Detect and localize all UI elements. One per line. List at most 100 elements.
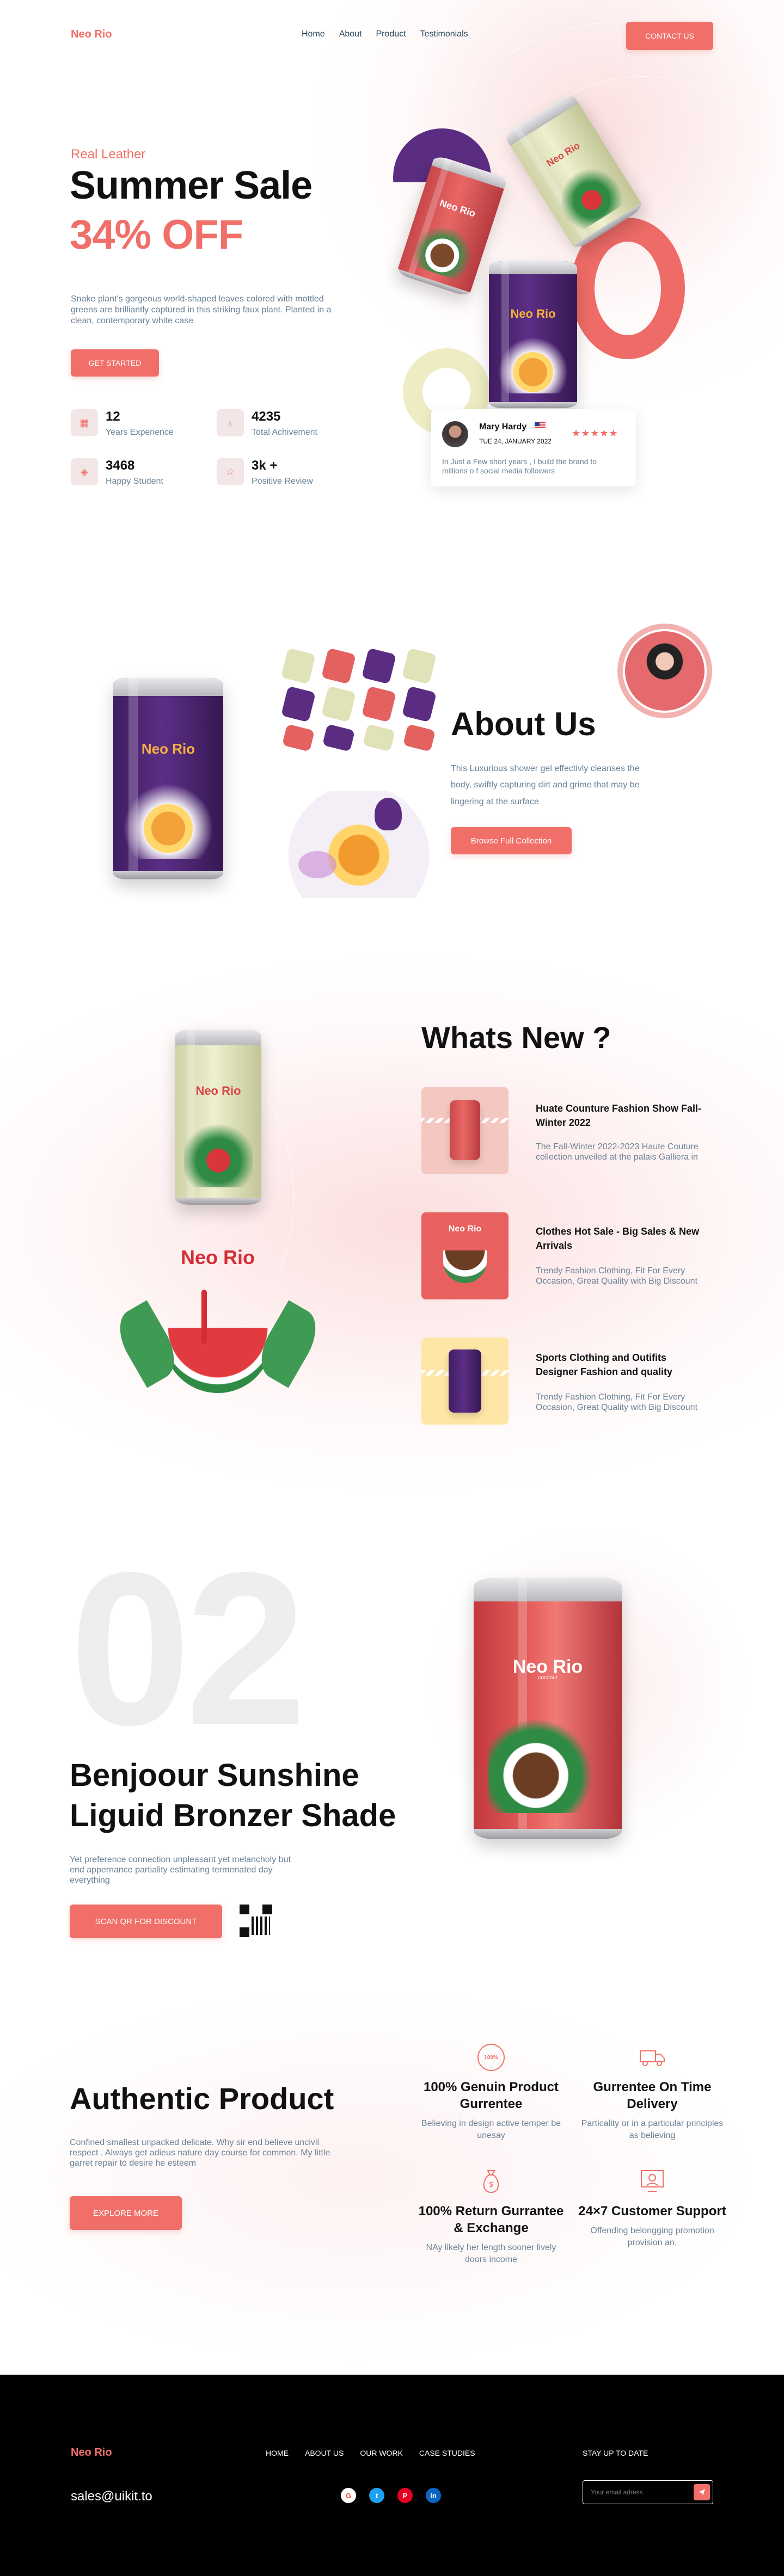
flag-icon — [535, 422, 546, 429]
footer-nav: HOME ABOUT US OUR WORK CASE STUDIES — [266, 2449, 475, 2457]
stat-number: 4235 — [252, 409, 281, 424]
feature-desc: Offending belongging promotion provision… — [590, 2226, 714, 2247]
newsletter-email-input[interactable] — [583, 2481, 687, 2504]
news-title-1[interactable]: Huate Counture Fashion Show Fall-Winter … — [536, 1101, 710, 1130]
feature-genuine: 100% 100% Genuin Product Gurrentee Belie… — [415, 2044, 567, 2142]
news-thumb-1[interactable] — [421, 1087, 509, 1174]
footer-logo[interactable]: Neo Rio — [71, 2446, 112, 2459]
stat-reviews: ☆ 3k + Positive Review — [217, 458, 313, 486]
feature-title: Gurrentee On Time Delivery — [593, 2080, 712, 2112]
product-title-line2: Liguid Bronzer Shade — [70, 1798, 396, 1834]
stat-number: 3k + — [252, 458, 278, 473]
footer-link-work[interactable]: OUR WORK — [360, 2449, 403, 2457]
feature-title: 100% Genuin Product Gurrentee — [423, 2080, 559, 2112]
main-nav: Home About Product Testimonials — [302, 29, 468, 39]
feature-desc: NAy likely her length sooner lively door… — [426, 2243, 556, 2264]
hero-description: Snake plant's gorgeous world-shaped leav… — [71, 294, 332, 325]
nav-logo[interactable]: Neo Rio — [71, 28, 112, 41]
feature-return: $ 100% Return Gurrantee & Exchange NAy l… — [415, 2168, 567, 2266]
stat-number: 12 — [106, 409, 120, 424]
google-icon[interactable]: G — [341, 2488, 356, 2503]
get-started-button[interactable]: GET STARTED — [71, 349, 159, 377]
browse-collection-button[interactable]: Browse Full Collection — [451, 827, 572, 854]
footer-link-case-studies[interactable]: CASE STUDIES — [419, 2449, 475, 2457]
newsletter-title: STAY UP TO DATE — [583, 2449, 648, 2457]
can-pattern-image — [280, 648, 437, 774]
product-description: Yet preference connection unpleasant yet… — [70, 1855, 291, 1885]
can-brand: Neo Rio — [195, 1083, 241, 1098]
star-icon: ☆ — [217, 458, 244, 485]
feature-desc: Particality or in a particular principle… — [581, 2119, 724, 2140]
authentic-description: Confined smallest unpacked delicate. Why… — [70, 2138, 330, 2168]
contact-us-button[interactable]: CONTACT US — [626, 22, 713, 50]
news-title-3[interactable]: Sports Clothing and Outifits Designer Fa… — [536, 1351, 710, 1379]
illustration-brand: Neo Rio — [180, 1246, 255, 1268]
newsletter-form — [583, 2480, 713, 2504]
orange-illustration — [282, 791, 436, 898]
badge-icon: 100% — [477, 2044, 505, 2071]
send-icon — [699, 2489, 705, 2495]
send-button[interactable] — [694, 2484, 710, 2500]
product-title-line1: Benjoour Sunshine — [70, 1758, 359, 1793]
layers-icon: ◈ — [71, 458, 98, 485]
landing-page: Neo Rio Home About Product Testimonials … — [0, 0, 784, 2576]
truck-icon — [639, 2044, 666, 2071]
nav-link-home[interactable]: Home — [302, 29, 325, 39]
svg-text:$: $ — [489, 2180, 493, 2189]
news-title-2[interactable]: Clothes Hot Sale - Big Sales & New Arriv… — [536, 1224, 710, 1253]
stat-label: Positive Review — [252, 477, 313, 486]
support-icon — [639, 2168, 666, 2195]
stat-years: ▦ 12 Years Experience — [71, 409, 174, 437]
stat-students: ◈ 3468 Happy Student — [71, 458, 163, 486]
stat-label: Total Achivement — [252, 428, 317, 437]
feature-title: 100% Return Gurrantee & Exchange — [418, 2204, 564, 2236]
pinterest-icon[interactable]: P — [397, 2488, 413, 2503]
stat-achievement: ♁ 4235 Total Achivement — [217, 409, 317, 437]
feature-support: 24×7 Customer Support Offending belonggi… — [576, 2168, 728, 2248]
product-red-can: Neo Rio coconut — [474, 1578, 622, 1839]
explore-more-button[interactable]: EXPLORE MORE — [70, 2196, 182, 2230]
calendar-icon: ▦ — [71, 409, 98, 436]
review-card: Mary Hardy TUE 24, JANUARY 2022 ★★★★★ In… — [431, 409, 636, 486]
news-thumb-3[interactable] — [421, 1338, 509, 1425]
star-rating-icon: ★★★★★ — [572, 428, 618, 439]
footer: Neo Rio sales@uikit.to HOME ABOUT US OUR… — [0, 2375, 784, 2576]
stat-number: 3468 — [106, 458, 135, 473]
award-icon: ♁ — [217, 409, 244, 436]
hero-discount: 34% OFF — [70, 212, 243, 258]
news-desc-2: Trendy Fashion Clothing, Fit For Every O… — [536, 1266, 698, 1286]
footer-email[interactable]: sales@uikit.to — [71, 2489, 152, 2504]
about-purple-can: Neo Rio — [113, 678, 223, 879]
big-number: 02 — [70, 1527, 307, 1770]
feature-desc: Believing in design active temper be une… — [421, 2119, 561, 2140]
scan-qr-button[interactable]: SCAN QR FOR DISCOUNT — [70, 1905, 222, 1938]
footer-link-about[interactable]: ABOUT US — [305, 2449, 344, 2457]
twitter-icon[interactable]: t — [369, 2488, 384, 2503]
can-brand: Neo Rio — [510, 306, 556, 321]
product-title: Benjoour Sunshine Liguid Bronzer Shade — [70, 1755, 396, 1836]
about-avatar — [617, 624, 712, 718]
about-title: About Us — [451, 706, 596, 742]
feature-delivery: Gurrentee On Time Delivery Particality o… — [576, 2044, 728, 2142]
news-desc-1: The Fall-Winter 2022-2023 Haute Couture … — [536, 1142, 699, 1162]
nav-link-testimonials[interactable]: Testimonials — [420, 29, 468, 39]
reviewer-name: Mary Hardy — [479, 422, 527, 432]
nav-link-about[interactable]: About — [339, 29, 362, 39]
can-brand: Neo Rio — [141, 740, 195, 757]
review-text: In Just a Few short years , I build the … — [442, 457, 597, 475]
qr-code[interactable] — [240, 1905, 272, 1937]
reviewer-avatar — [442, 421, 468, 447]
review-date: TUE 24, JANUARY 2022 — [479, 437, 552, 445]
nav-link-product[interactable]: Product — [376, 29, 406, 39]
linkedin-icon[interactable]: in — [426, 2488, 441, 2503]
stat-label: Years Experience — [106, 428, 174, 437]
footer-link-home[interactable]: HOME — [266, 2449, 289, 2457]
authentic-title: Authentic Product — [70, 2081, 334, 2116]
news-desc-3: Trendy Fashion Clothing, Fit For Every O… — [536, 1392, 698, 1413]
about-description: This Luxurious shower gel effectivly cle… — [451, 764, 640, 806]
whatsnew-title: Whats New ? — [421, 1020, 611, 1055]
social-links: G t P in — [341, 2488, 441, 2503]
hero-title: Summer Sale — [70, 164, 313, 207]
stat-label: Happy Student — [106, 477, 163, 486]
news-thumb-2[interactable]: Neo Rio — [421, 1212, 509, 1299]
